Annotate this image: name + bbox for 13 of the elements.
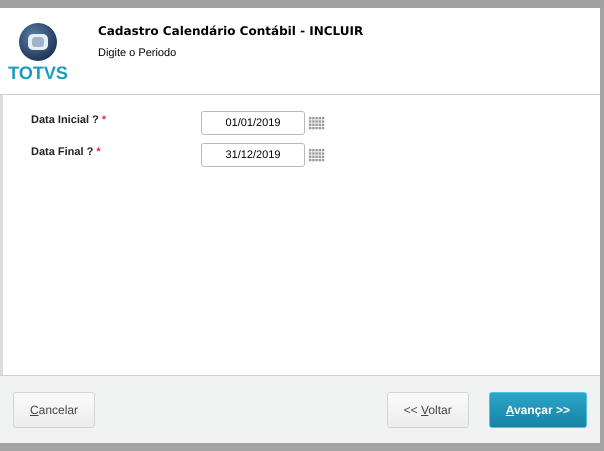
field-label: Data Final ? * [31, 145, 102, 160]
logo-text: TOTVS [8, 64, 68, 82]
next-button[interactable]: Avançar >> [488, 392, 587, 428]
action-button[interactable]: << Voltar [386, 392, 469, 428]
calendar-icon[interactable] [309, 117, 325, 130]
dialog-title: Cadastro Calendário Contábil - INCLUIR [98, 23, 364, 40]
action-button[interactable]: Cancelar [13, 392, 96, 428]
logo-icon [16, 22, 60, 62]
field-label: Data Inicial ? * [31, 113, 108, 128]
date-field[interactable]: 31/12/2019 [201, 143, 305, 167]
date-field[interactable]: 01/01/2019 [201, 111, 305, 135]
dialog-subtitle: Digite o Periodo [98, 46, 178, 61]
calendar-icon[interactable] [309, 149, 325, 162]
